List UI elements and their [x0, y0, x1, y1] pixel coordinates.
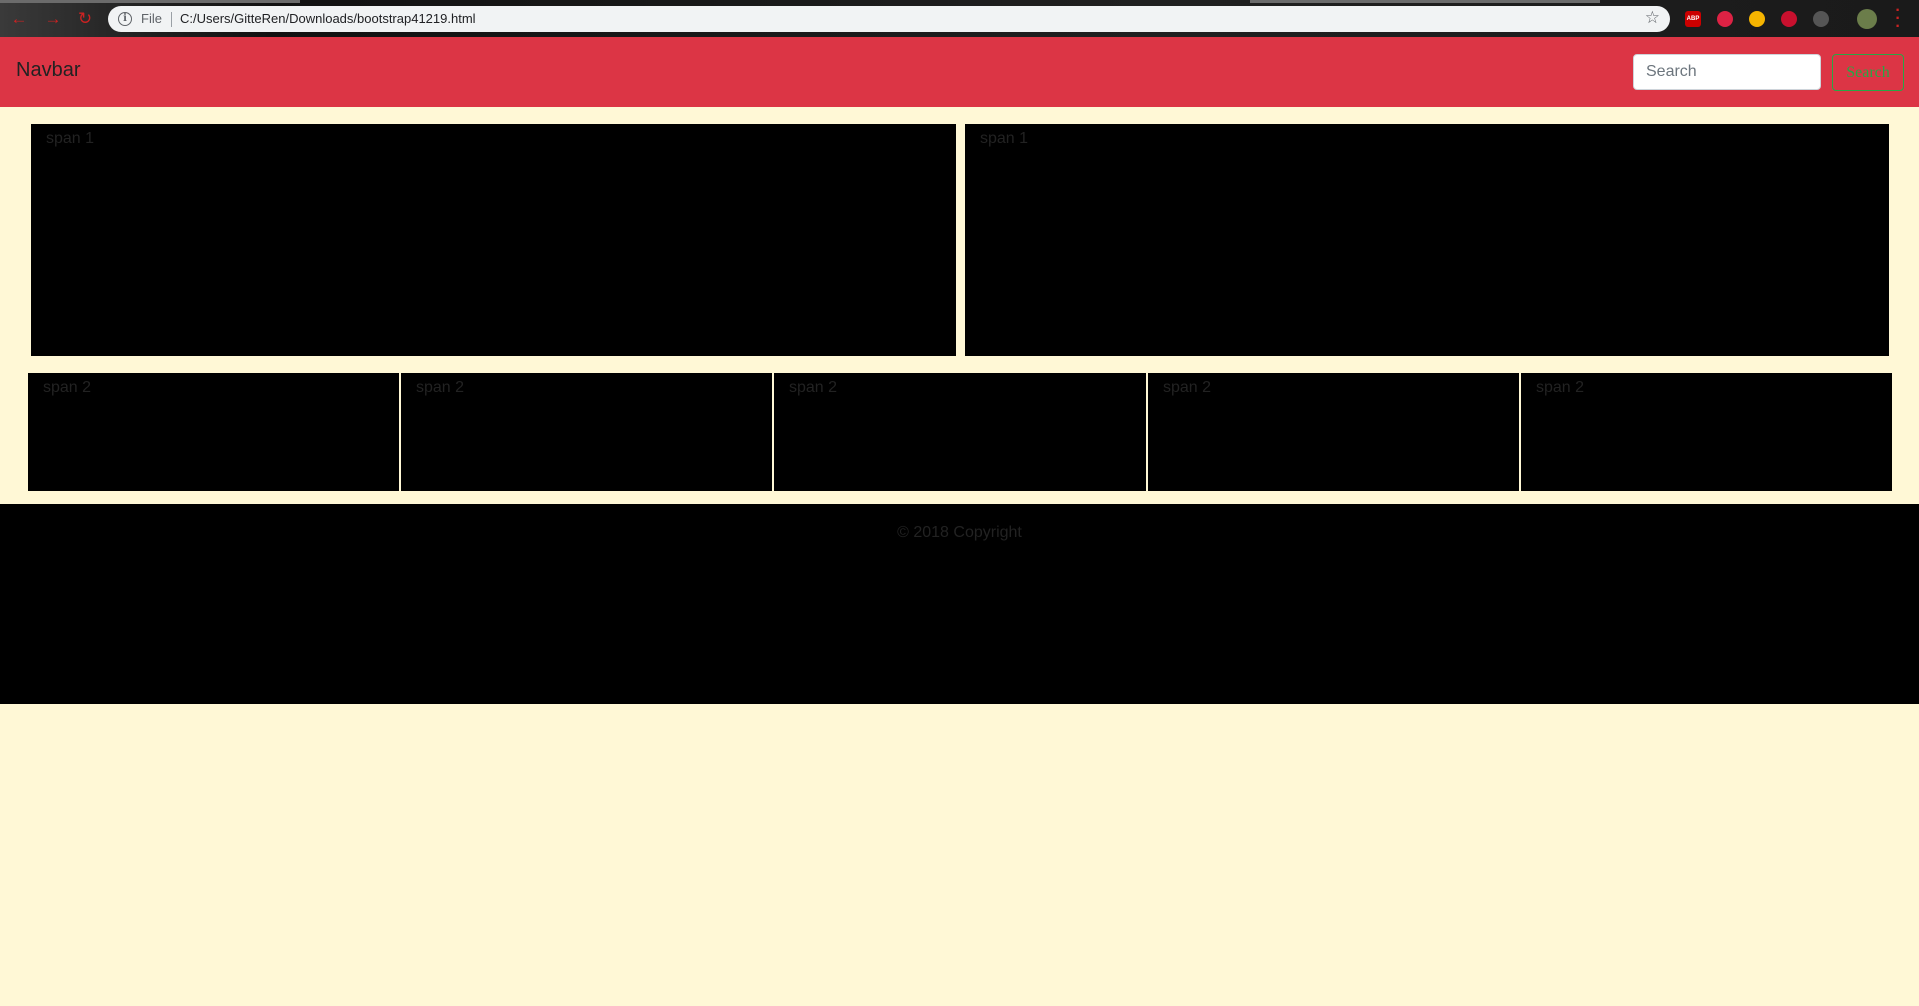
span-1-block: span 1 [31, 124, 956, 356]
block-label: span 1 [46, 130, 95, 147]
block-label: span 2 [789, 379, 838, 396]
adblock-plus-icon[interactable]: ABP [1685, 11, 1701, 27]
footer-copyright: © 2018 Copyright [897, 524, 1022, 541]
span-2-block: span 2 [774, 373, 1146, 491]
span-1-block: span 1 [965, 124, 1889, 356]
footer: © 2018 Copyright [0, 504, 1919, 704]
span-2-block: span 2 [1148, 373, 1519, 491]
back-arrow-icon[interactable]: ← [8, 8, 30, 30]
info-icon[interactable]: i [118, 12, 132, 26]
reload-icon[interactable]: ↻ [74, 8, 96, 30]
bookmark-star-icon[interactable]: ☆ [1645, 8, 1660, 28]
profile-avatar-icon[interactable] [1857, 9, 1877, 29]
compass-extension-icon[interactable] [1749, 11, 1765, 27]
block-label: span 2 [1163, 379, 1212, 396]
file-scheme-label: File [141, 11, 162, 26]
dark-mode-extension-icon[interactable] [1813, 11, 1829, 27]
url-text[interactable]: C:/Users/GitteRen/Downloads/bootstrap412… [180, 11, 476, 26]
navbar-brand[interactable]: Navbar [16, 59, 80, 82]
record-extension-icon[interactable] [1717, 11, 1733, 27]
tab-strip-edge [0, 0, 300, 3]
span-2-block: span 2 [401, 373, 772, 491]
forward-arrow-icon[interactable]: → [42, 8, 64, 30]
url-divider [171, 12, 172, 27]
search-button[interactable]: Search [1832, 54, 1904, 91]
block-label: span 2 [416, 379, 465, 396]
span-2-block: span 2 [1521, 373, 1892, 491]
address-bar[interactable]: i File C:/Users/GitteRen/Downloads/boots… [108, 6, 1670, 32]
block-label: span 2 [1536, 379, 1585, 396]
block-label: span 2 [43, 379, 92, 396]
ublock-icon[interactable] [1781, 11, 1797, 27]
browser-toolbar: ← → ↻ i File C:/Users/GitteRen/Downloads… [0, 0, 1919, 37]
block-label: span 1 [980, 130, 1029, 147]
search-input[interactable] [1633, 54, 1821, 90]
tab-strip-edge [1250, 0, 1600, 3]
menu-kebab-icon[interactable]: · · · [1894, 3, 1902, 35]
navbar: Navbar Search [0, 37, 1919, 107]
span-2-block: span 2 [28, 373, 399, 491]
